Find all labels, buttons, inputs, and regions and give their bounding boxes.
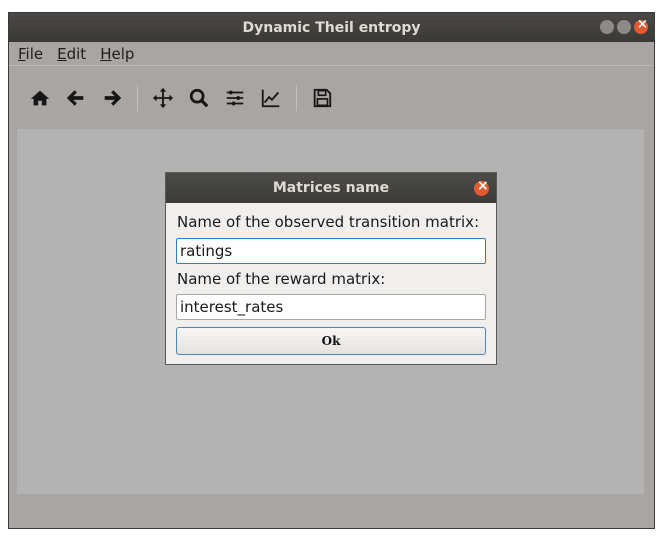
menu-help-label: elp [111, 44, 135, 63]
window-title: Dynamic Theil entropy [242, 19, 421, 36]
toolbar-separator [137, 85, 138, 111]
reward-matrix-input[interactable] [176, 294, 486, 320]
menu-help-mnemonic: H [100, 44, 112, 63]
menu-help[interactable]: Help [100, 45, 134, 63]
menu-file-label: ile [25, 44, 44, 63]
window-titlebar[interactable]: Dynamic Theil entropy [9, 13, 654, 42]
window-controls [600, 17, 648, 34]
pan-icon[interactable] [152, 87, 174, 109]
maximize-icon[interactable] [617, 20, 631, 34]
subplots-config-icon[interactable] [224, 87, 246, 109]
forward-arrow-icon[interactable] [101, 87, 123, 109]
transition-matrix-label: Name of the observed transition matrix: [177, 213, 480, 231]
menu-file[interactable]: File [18, 45, 43, 63]
menu-edit-label: dit [66, 44, 87, 63]
close-icon[interactable] [474, 178, 489, 196]
ok-button[interactable]: Ok [176, 327, 486, 355]
home-icon[interactable] [29, 87, 51, 109]
transition-matrix-input[interactable] [176, 238, 486, 264]
toolbar-separator [296, 85, 297, 111]
back-arrow-icon[interactable] [65, 87, 87, 109]
matrices-name-dialog: Matrices name Name of the observed trans… [165, 172, 497, 365]
menu-file-mnemonic: F [18, 44, 26, 63]
menu-bar: File Edit Help [9, 42, 654, 66]
menu-edit-mnemonic: E [57, 44, 67, 63]
save-icon[interactable] [311, 87, 333, 109]
reward-matrix-label: Name of the reward matrix: [177, 270, 386, 288]
menu-edit[interactable]: Edit [57, 45, 86, 63]
dialog-title: Matrices name [272, 180, 390, 196]
axes-edit-icon[interactable] [260, 87, 282, 109]
toolbar [9, 67, 654, 129]
zoom-icon[interactable] [188, 87, 210, 109]
minimize-icon[interactable] [600, 20, 614, 34]
close-icon[interactable] [634, 17, 648, 34]
dialog-titlebar[interactable]: Matrices name [166, 173, 496, 203]
